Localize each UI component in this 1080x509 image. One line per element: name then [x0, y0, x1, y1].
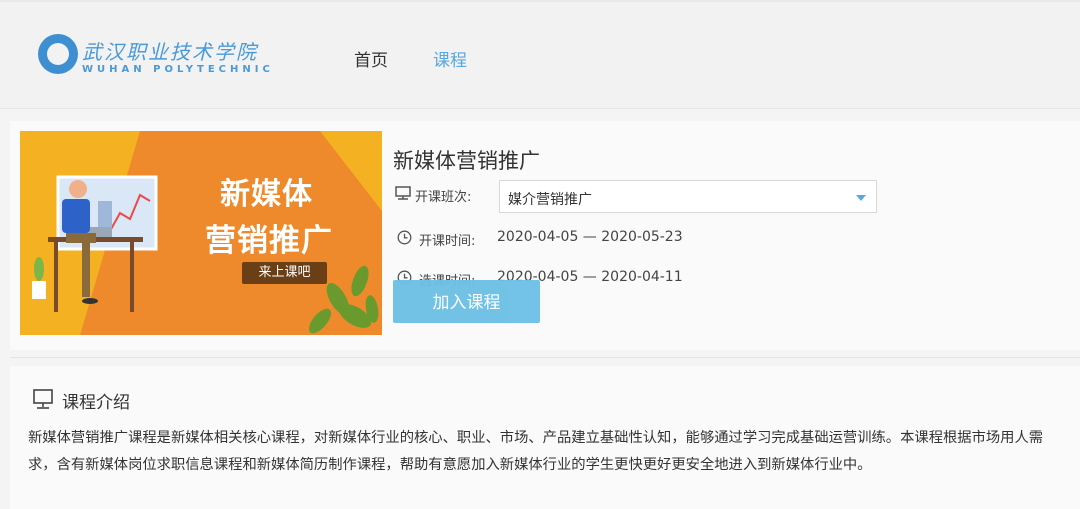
- intro-description: 新媒体营销推广课程是新媒体相关核心课程，对新媒体行业的核心、职业、市场、产品建立…: [28, 430, 1044, 473]
- class-label: 开课班次:: [415, 190, 472, 205]
- nav-course[interactable]: 课程: [433, 46, 467, 71]
- school-emblem-icon: [38, 34, 78, 74]
- chevron-down-icon: [856, 195, 866, 201]
- banner-title-line2: 营销推广: [205, 223, 333, 259]
- desktop-icon: [33, 389, 53, 409]
- course-title: 新媒体营销推广: [393, 149, 540, 173]
- school-logo[interactable]: 武汉职业技术学院 WUHAN POLYTECHNIC: [38, 34, 278, 80]
- banner-title-line1: 新媒体: [220, 177, 313, 212]
- monitor-icon: [395, 186, 411, 200]
- section-divider: [10, 357, 1080, 358]
- start-time-label: 开课时间:: [419, 234, 476, 249]
- start-time-value: 2020-04-05 — 2020-05-23: [497, 229, 683, 245]
- course-banner-image: 新媒体 营销推广 来上课吧: [20, 131, 382, 335]
- nav-home[interactable]: 首页: [354, 46, 388, 71]
- banner-badge: 来上课吧: [242, 262, 327, 284]
- join-course-button[interactable]: 加入课程: [393, 280, 540, 323]
- logo-english-name: WUHAN POLYTECHNIC: [82, 64, 274, 75]
- site-header: 武汉职业技术学院 WUHAN POLYTECHNIC 首页 课程: [0, 2, 1080, 109]
- logo-chinese-name: 武汉职业技术学院: [82, 40, 258, 64]
- intro-title: 课程介绍: [62, 393, 130, 413]
- class-select[interactable]: 媒介营销推广: [499, 180, 877, 213]
- class-select-value: 媒介营销推广: [508, 192, 592, 208]
- clock-icon: [397, 230, 412, 245]
